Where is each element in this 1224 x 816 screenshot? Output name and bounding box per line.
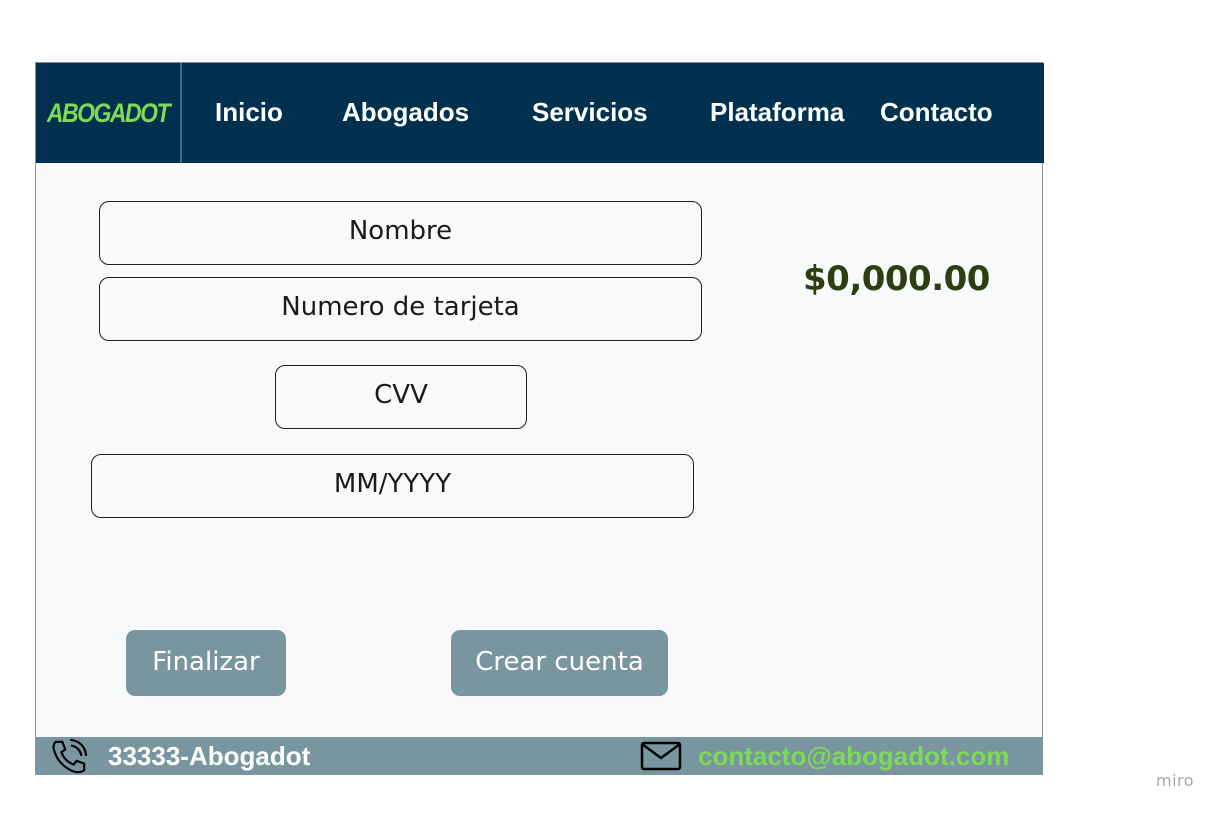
card-number-field[interactable]: Numero de tarjeta — [99, 277, 702, 341]
phone-icon — [52, 738, 88, 774]
cvv-field[interactable]: CVV — [275, 365, 527, 429]
expiry-field[interactable]: MM/YYYY — [91, 454, 694, 518]
logo-text: ABOGADOT — [46, 97, 171, 128]
card-number-field-placeholder: Numero de tarjeta — [281, 292, 520, 322]
nav-item-plataforma[interactable]: Plataforma — [710, 63, 844, 163]
finish-button[interactable]: Finalizar — [126, 630, 286, 696]
create-account-button[interactable]: Crear cuenta — [451, 630, 668, 696]
nav-item-abogados[interactable]: Abogados — [342, 63, 469, 163]
cvv-field-placeholder: CVV — [374, 380, 428, 410]
create-account-button-label: Crear cuenta — [475, 646, 644, 677]
footer: 33333-Abogadot contacto@abogadot.com — [36, 737, 1042, 775]
top-navbar: ABOGADOT Inicio Abogados Servicios Plata… — [36, 63, 1044, 163]
footer-phone: 33333-Abogadot — [108, 741, 311, 771]
finish-button-label: Finalizar — [152, 646, 260, 677]
mail-icon — [640, 741, 682, 771]
miro-watermark: miro — [1156, 771, 1195, 790]
name-field[interactable]: Nombre — [99, 201, 702, 265]
nav-item-contacto[interactable]: Contacto — [880, 63, 993, 163]
nav-item-servicios[interactable]: Servicios — [532, 63, 648, 163]
logo[interactable]: ABOGADOT — [36, 63, 182, 163]
name-field-placeholder: Nombre — [348, 216, 453, 246]
nav-item-inicio[interactable]: Inicio — [215, 63, 283, 163]
footer-email[interactable]: contacto@abogadot.com — [698, 737, 1009, 775]
total-price: $0,000.00 — [803, 259, 990, 299]
payment-page: ABOGADOT Inicio Abogados Servicios Plata… — [35, 62, 1044, 775]
expiry-field-placeholder: MM/YYYY — [333, 469, 452, 499]
